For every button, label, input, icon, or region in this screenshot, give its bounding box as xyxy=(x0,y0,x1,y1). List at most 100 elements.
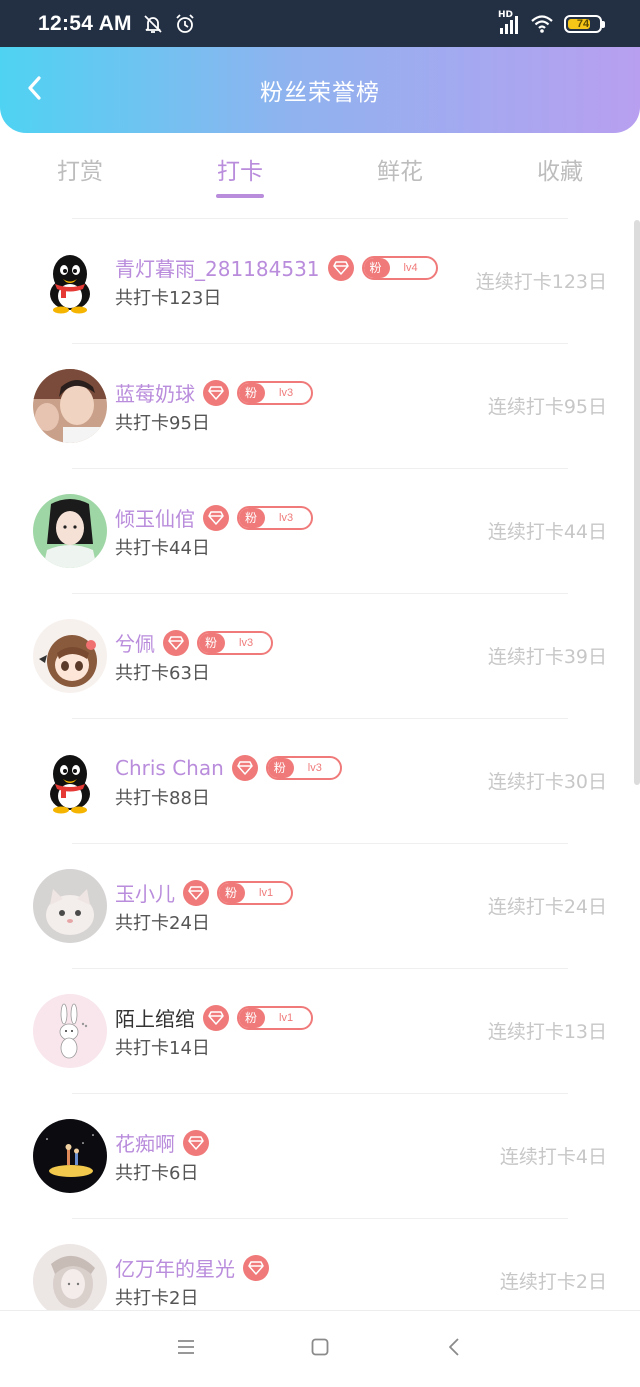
list-item[interactable]: 亿万年的星光 共打卡2日 连续打卡2日 xyxy=(0,1218,640,1310)
tab-label: 打赏 xyxy=(57,159,103,185)
user-info: Chris Chan 粉 lv3 共打卡88日 xyxy=(115,752,342,810)
diamond-icon xyxy=(183,879,209,906)
list-item[interactable]: 玉小儿 粉 lv1 共打卡24日 连续打卡24日 xyxy=(0,843,640,968)
name-line: 花痴啊 xyxy=(115,1127,209,1159)
streak-count: 连续打卡39日 xyxy=(487,646,607,668)
row-divider xyxy=(72,468,568,469)
list-item[interactable]: 陌上绾绾 粉 lv1 共打卡14日 连续打卡13日 xyxy=(0,968,640,1093)
total-checkins: 共打卡63日 xyxy=(115,662,210,684)
streak-count: 连续打卡13日 xyxy=(487,1021,607,1043)
menu-icon xyxy=(176,1339,196,1359)
tab-flowers[interactable]: 鲜花 xyxy=(320,142,480,206)
fan-level: lv3 xyxy=(239,636,254,649)
back-triangle-icon xyxy=(447,1337,461,1361)
tab-tips[interactable]: 打赏 xyxy=(0,142,160,206)
user-name[interactable]: 倾玉仙倌 xyxy=(115,503,195,532)
total-checkins: 共打卡24日 xyxy=(115,912,210,934)
mute-bell-icon xyxy=(142,13,164,35)
total-checkins: 共打卡6日 xyxy=(115,1162,199,1184)
avatar[interactable] xyxy=(33,1243,107,1310)
avatar[interactable] xyxy=(33,1118,107,1193)
tab-favorites[interactable]: 收藏 xyxy=(480,142,640,206)
tab-checkin[interactable]: 打卡 xyxy=(160,142,320,206)
avatar[interactable] xyxy=(33,993,107,1068)
row-divider xyxy=(72,843,568,844)
user-info: 蓝莓奶球 粉 lv3 共打卡95日 xyxy=(115,377,314,435)
diamond-icon xyxy=(163,629,189,656)
scrollbar[interactable] xyxy=(634,220,640,785)
total-checkins: 共打卡44日 xyxy=(115,537,210,559)
streak-count: 连续打卡30日 xyxy=(487,771,607,793)
user-name[interactable]: 兮佩 xyxy=(115,628,155,657)
back-button[interactable] xyxy=(18,73,52,107)
streak-count: 连续打卡123日 xyxy=(475,271,607,293)
alarm-icon xyxy=(174,13,196,35)
list-item[interactable]: Chris Chan 粉 lv3 共打卡88日 连续打卡30日 xyxy=(0,718,640,843)
fan-level-badge: 粉 lv3 xyxy=(237,505,314,530)
streak-count: 连续打卡95日 xyxy=(487,396,607,418)
user-name[interactable]: 青灯暮雨_281184531 xyxy=(115,253,320,282)
list-item[interactable]: 蓝莓奶球 粉 lv3 共打卡95日 连续打卡95日 xyxy=(0,343,640,468)
tab-label: 打卡 xyxy=(217,159,263,185)
user-name[interactable]: 花痴啊 xyxy=(115,1128,175,1157)
fan-level: lv3 xyxy=(279,511,294,524)
fan-level-badge: 粉 lv1 xyxy=(217,880,294,905)
fan-level-badge: 粉 lv3 xyxy=(265,755,342,780)
status-time: 12:54 AM xyxy=(38,12,132,35)
user-name[interactable]: 亿万年的星光 xyxy=(115,1253,235,1282)
list-item[interactable]: 兮佩 粉 lv3 共打卡63日 连续打卡39日 xyxy=(0,593,640,718)
user-name[interactable]: 陌上绾绾 xyxy=(115,1003,195,1032)
user-name[interactable]: 玉小儿 xyxy=(115,878,175,907)
list-item[interactable]: 倾玉仙倌 粉 lv3 共打卡44日 连续打卡44日 xyxy=(0,468,640,593)
fan-label: 粉 xyxy=(267,757,294,778)
user-info: 青灯暮雨_281184531 粉 lv4 共打卡123日 xyxy=(115,252,438,310)
row-divider xyxy=(72,218,568,219)
name-line: 蓝莓奶球 粉 lv3 xyxy=(115,377,314,409)
network-label: HD xyxy=(498,10,514,20)
fan-level: lv1 xyxy=(259,886,274,899)
page-title: 粉丝荣誉榜 xyxy=(260,80,380,106)
total-checkins: 共打卡95日 xyxy=(115,412,210,434)
fan-level: lv3 xyxy=(307,761,322,774)
streak-count: 连续打卡44日 xyxy=(487,521,607,543)
fan-ranking-list: 青灯暮雨_281184531 粉 lv4 共打卡123日 连续打卡123日 蓝莓奶球粉 lv… xyxy=(0,218,640,1310)
header-bar: 粉丝荣誉榜 xyxy=(0,47,640,133)
diamond-icon xyxy=(183,1129,209,1156)
user-info: 亿万年的星光 共打卡2日 xyxy=(115,1252,269,1310)
wifi-icon xyxy=(530,13,553,35)
fan-level: lv4 xyxy=(403,261,418,274)
list-item[interactable]: 青灯暮雨_281184531 粉 lv4 共打卡123日 连续打卡123日 xyxy=(0,218,640,343)
diamond-icon xyxy=(203,504,229,531)
name-line: 倾玉仙倌 粉 lv3 xyxy=(115,502,314,534)
avatar[interactable] xyxy=(33,743,107,818)
diamond-icon xyxy=(203,1004,229,1031)
streak-count: 连续打卡4日 xyxy=(499,1146,607,1168)
fan-label: 粉 xyxy=(199,632,226,653)
avatar[interactable] xyxy=(33,618,107,693)
row-divider xyxy=(72,1218,568,1219)
diamond-icon xyxy=(231,754,258,781)
user-name[interactable]: Chris Chan xyxy=(115,756,224,780)
signal-icon: HD xyxy=(498,10,518,34)
avatar[interactable] xyxy=(33,368,107,443)
fan-level-badge: 粉 lv4 xyxy=(361,255,438,280)
user-name[interactable]: 蓝莓奶球 xyxy=(115,378,195,407)
avatar[interactable] xyxy=(33,243,107,318)
home-button[interactable] xyxy=(253,1319,387,1379)
name-line: Chris Chan 粉 lv3 xyxy=(115,752,342,784)
row-divider xyxy=(72,718,568,719)
battery-icon: 74 xyxy=(564,15,605,33)
total-checkins: 共打卡123日 xyxy=(115,287,222,309)
menu-button[interactable] xyxy=(119,1319,253,1379)
user-info: 倾玉仙倌 粉 lv3 共打卡44日 xyxy=(115,502,314,560)
avatar[interactable] xyxy=(33,868,107,943)
list-item[interactable]: 花痴啊共打卡6日 连续打卡4日 xyxy=(0,1093,640,1218)
fan-label: 粉 xyxy=(219,882,246,903)
fan-level: lv1 xyxy=(279,1011,294,1024)
fan-level-badge: 粉 lv3 xyxy=(197,630,274,655)
back-nav-button[interactable] xyxy=(387,1319,521,1379)
user-info: 花痴啊共打卡6日 xyxy=(115,1127,209,1185)
tab-label: 鲜花 xyxy=(377,159,423,185)
diamond-icon xyxy=(243,1254,269,1281)
avatar[interactable] xyxy=(33,493,107,568)
